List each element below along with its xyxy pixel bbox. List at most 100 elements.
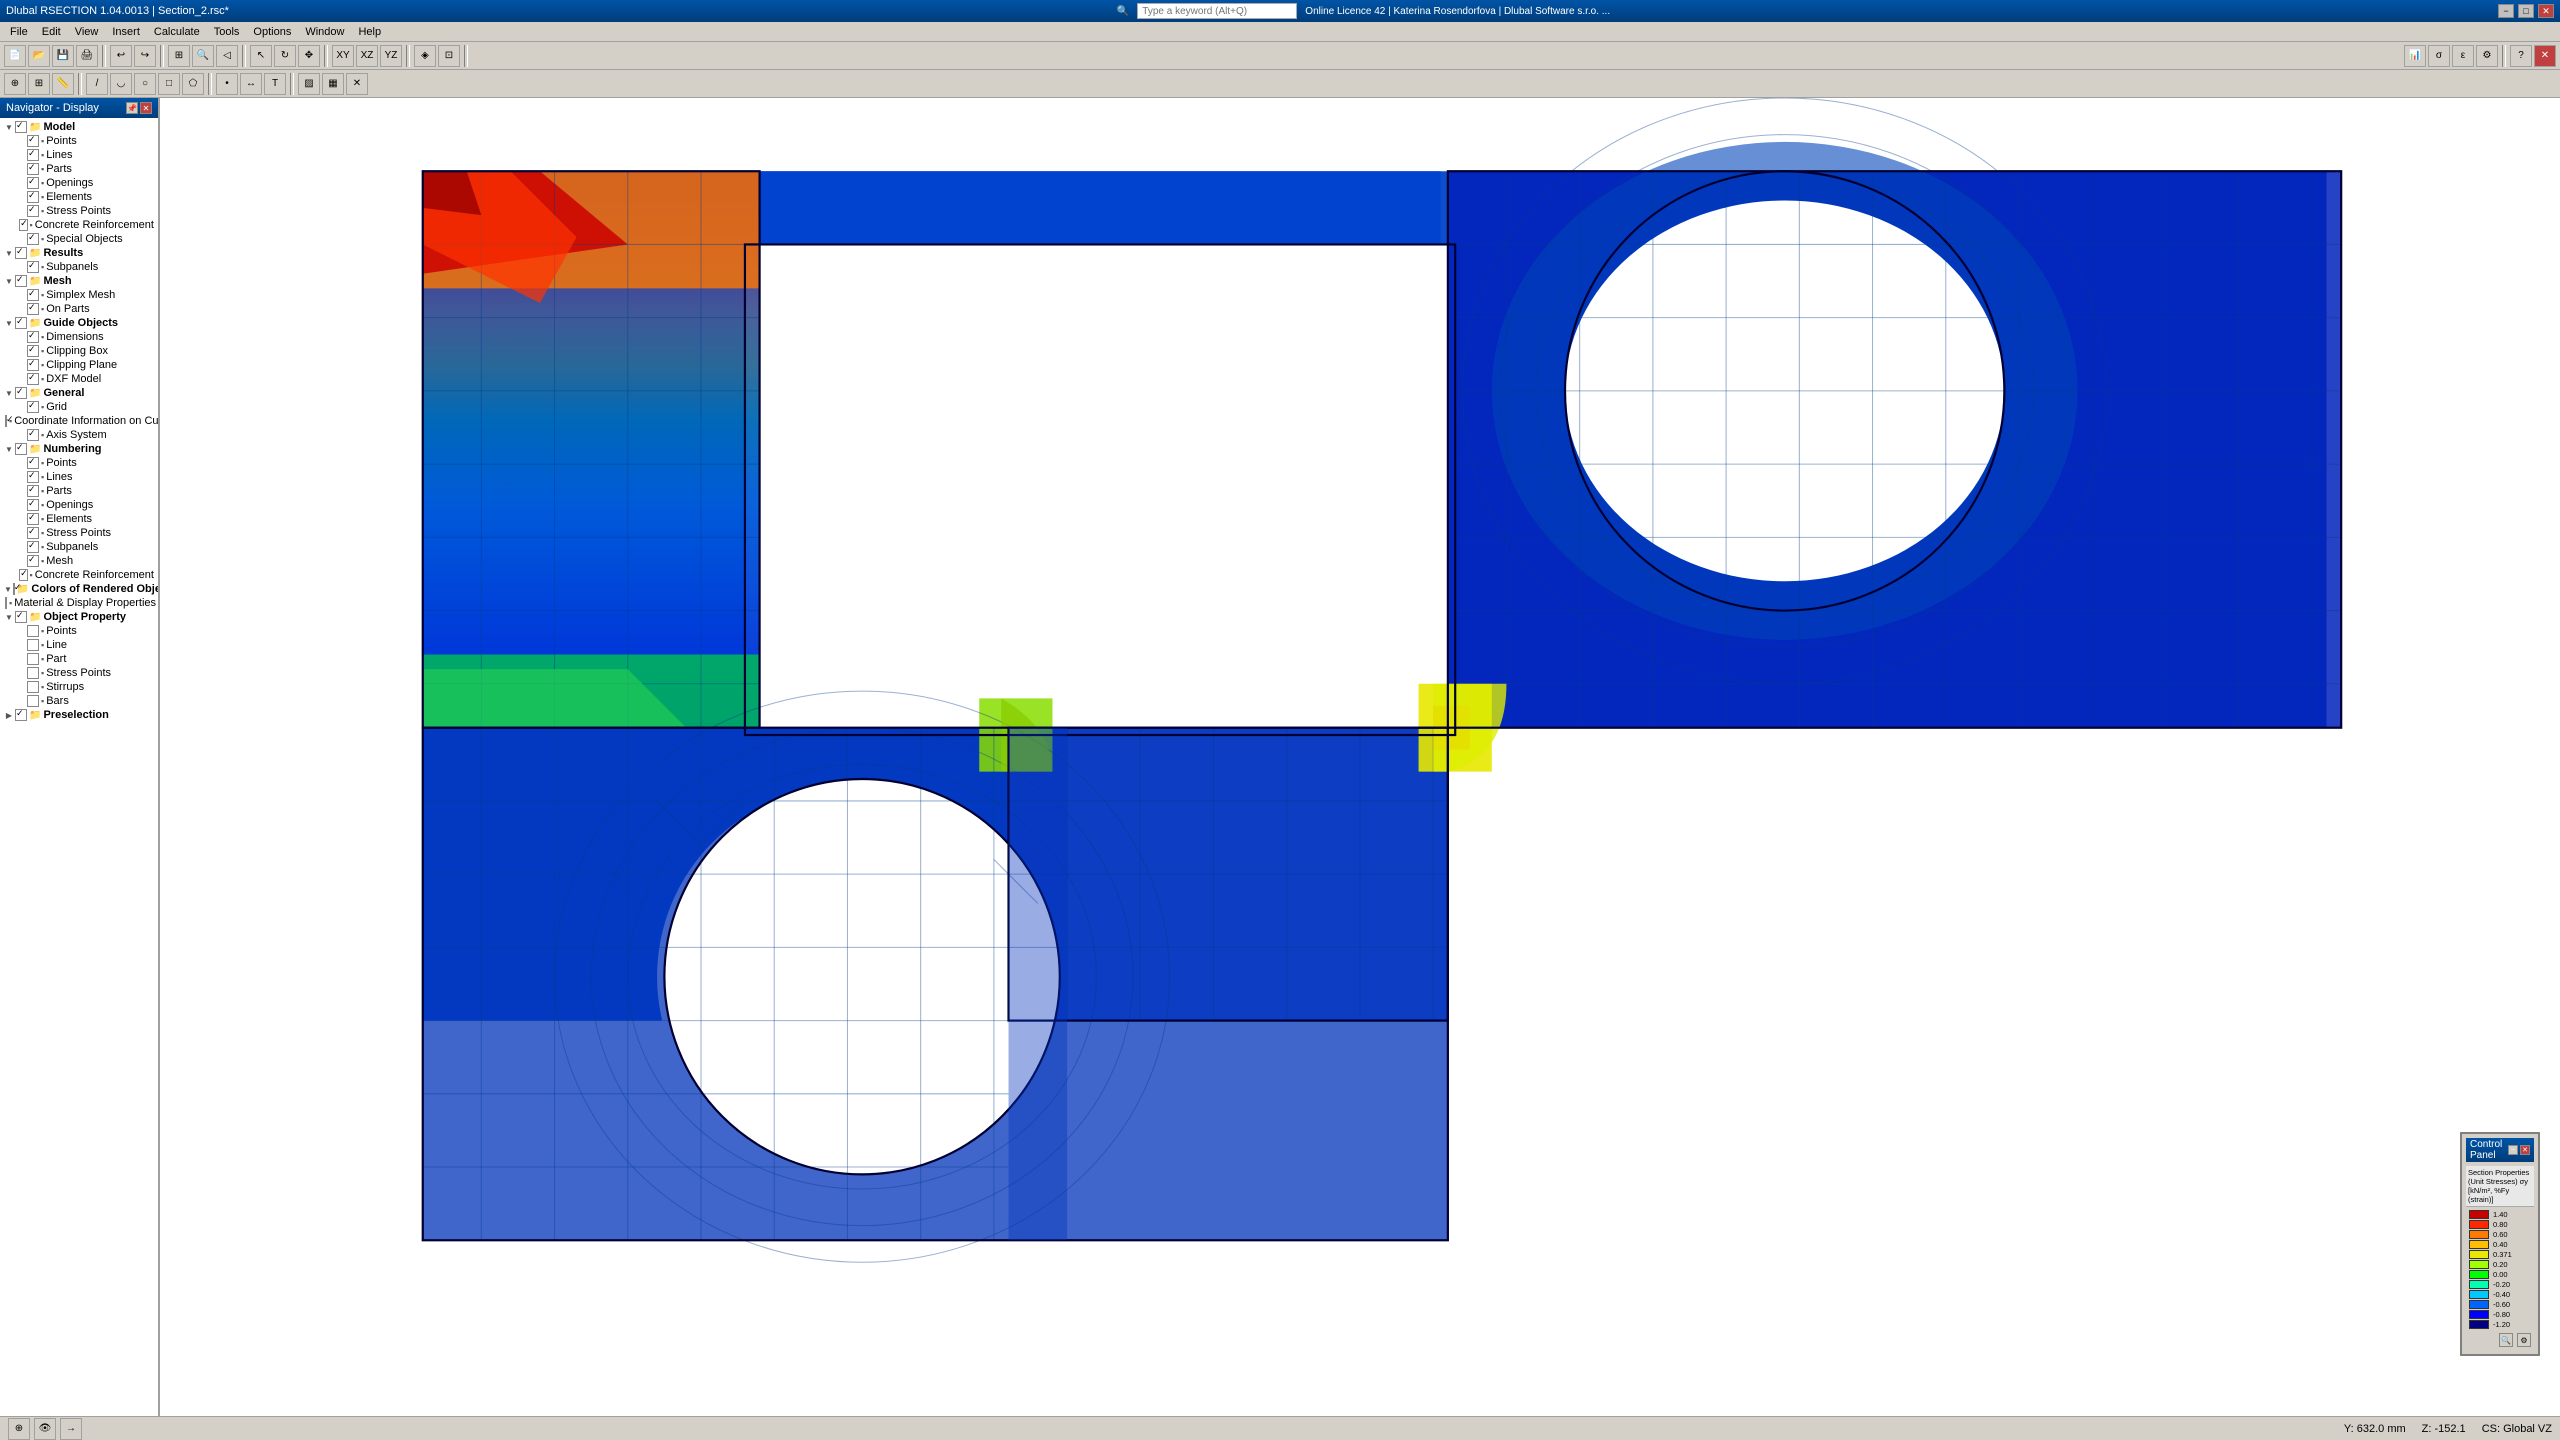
- tree-item-elements[interactable]: ▪Elements: [2, 512, 156, 526]
- tree-checkbox[interactable]: [27, 541, 39, 553]
- tree-checkbox[interactable]: [5, 415, 7, 427]
- menu-view[interactable]: View: [69, 24, 105, 40]
- dimension-tool[interactable]: ↔: [240, 73, 262, 95]
- wireframe-button[interactable]: ⊡: [438, 45, 460, 67]
- tree-checkbox[interactable]: [15, 611, 27, 623]
- panel-close-button[interactable]: ✕: [2520, 1145, 2530, 1155]
- tree-item-openings[interactable]: ▪Openings: [2, 498, 156, 512]
- tree-checkbox[interactable]: [27, 499, 39, 511]
- tree-item-numbering[interactable]: ▼📁Numbering: [2, 442, 156, 456]
- status-eye-button[interactable]: 👁: [34, 1418, 56, 1440]
- tree-checkbox[interactable]: [27, 233, 39, 245]
- tree-checkbox[interactable]: [15, 387, 27, 399]
- tree-checkbox[interactable]: [27, 177, 39, 189]
- tree-item-mesh[interactable]: ▪Mesh: [2, 554, 156, 568]
- tree-item-part[interactable]: ▪Part: [2, 652, 156, 666]
- tree-checkbox[interactable]: [27, 681, 39, 693]
- render-button[interactable]: ◈: [414, 45, 436, 67]
- tree-checkbox[interactable]: [27, 555, 39, 567]
- menu-window[interactable]: Window: [299, 24, 350, 40]
- tree-item-results[interactable]: ▼📁Results: [2, 246, 156, 260]
- tree-item-colors-of-rendered-objects-by[interactable]: ▼📁Colors of Rendered Objects by: [2, 582, 156, 596]
- maximize-button[interactable]: □: [2518, 4, 2534, 18]
- poly-tool[interactable]: ⬠: [182, 73, 204, 95]
- zoom-all-button[interactable]: ⊞: [168, 45, 190, 67]
- measure-button[interactable]: 📏: [52, 73, 74, 95]
- tree-item-bars[interactable]: ▪Bars: [2, 694, 156, 708]
- tree-item-line[interactable]: ▪Line: [2, 638, 156, 652]
- tree-item-coordinate-information-on-cursor[interactable]: ▪Coordinate Information on Cursor: [2, 414, 156, 428]
- tree-item-clipping-plane[interactable]: ▪Clipping Plane: [2, 358, 156, 372]
- tree-item-axis-system[interactable]: ▪Axis System: [2, 428, 156, 442]
- tree-checkbox[interactable]: [27, 527, 39, 539]
- rect-tool[interactable]: □: [158, 73, 180, 95]
- tree-item-points[interactable]: ▪Points: [2, 134, 156, 148]
- tree-item-concrete-reinforcement[interactable]: ▪Concrete Reinforcement: [2, 568, 156, 582]
- tree-checkbox[interactable]: [27, 345, 39, 357]
- zoom-prev-button[interactable]: ◁: [216, 45, 238, 67]
- save-button[interactable]: 💾: [52, 45, 74, 67]
- print-button[interactable]: 🖨: [76, 45, 98, 67]
- open-button[interactable]: 📂: [28, 45, 50, 67]
- tree-item-parts[interactable]: ▪Parts: [2, 484, 156, 498]
- menu-options[interactable]: Options: [247, 24, 297, 40]
- tree-item-object-property[interactable]: ▼📁Object Property: [2, 610, 156, 624]
- tree-item-grid[interactable]: ▪Grid: [2, 400, 156, 414]
- rotate-button[interactable]: ↻: [274, 45, 296, 67]
- tree-item-general[interactable]: ▼📁General: [2, 386, 156, 400]
- tree-checkbox[interactable]: [27, 625, 39, 637]
- point-tool[interactable]: •: [216, 73, 238, 95]
- hatch-tool[interactable]: ▦: [322, 73, 344, 95]
- legend-settings-button[interactable]: ⚙: [2517, 1333, 2531, 1347]
- nav-pin-button[interactable]: 📌: [126, 102, 138, 114]
- help-button[interactable]: ?: [2510, 45, 2532, 67]
- tree-checkbox[interactable]: [15, 275, 27, 287]
- close-button[interactable]: ✕: [2538, 4, 2554, 18]
- tree-item-points[interactable]: ▪Points: [2, 456, 156, 470]
- grid-button[interactable]: ⊞: [28, 73, 50, 95]
- tree-checkbox[interactable]: [27, 513, 39, 525]
- view-xz-button[interactable]: XZ: [356, 45, 378, 67]
- tree-checkbox[interactable]: [27, 191, 39, 203]
- tree-item-preselection[interactable]: ▶📁Preselection: [2, 708, 156, 722]
- tree-checkbox[interactable]: [27, 359, 39, 371]
- tree-checkbox[interactable]: [27, 205, 39, 217]
- select-button[interactable]: ↖: [250, 45, 272, 67]
- tree-item-concrete-reinforcement[interactable]: ▪Concrete Reinforcement: [2, 218, 156, 232]
- zoom-window-button[interactable]: 🔍: [192, 45, 214, 67]
- viewport[interactable]: Control Panel − ✕ Section Properties (Un…: [160, 98, 2560, 1416]
- tree-checkbox[interactable]: [27, 149, 39, 161]
- tree-checkbox[interactable]: [27, 289, 39, 301]
- tree-checkbox[interactable]: [27, 695, 39, 707]
- strain-button[interactable]: ε: [2452, 45, 2474, 67]
- tree-item-subpanels[interactable]: ▪Subpanels: [2, 540, 156, 554]
- tree-checkbox[interactable]: [27, 303, 39, 315]
- tree-item-subpanels[interactable]: ▪Subpanels: [2, 260, 156, 274]
- tree-item-stress-points[interactable]: ▪Stress Points: [2, 666, 156, 680]
- tree-checkbox[interactable]: [15, 121, 27, 133]
- nav-close-button[interactable]: ✕: [140, 102, 152, 114]
- fill-tool[interactable]: ▨: [298, 73, 320, 95]
- status-arrow-button[interactable]: →: [60, 1418, 82, 1440]
- tree-item-simplex-mesh[interactable]: ▪Simplex Mesh: [2, 288, 156, 302]
- delete-tool[interactable]: ✕: [346, 73, 368, 95]
- menu-insert[interactable]: Insert: [106, 24, 146, 40]
- tree-item-on-parts[interactable]: ▪On Parts: [2, 302, 156, 316]
- tree-item-dimensions[interactable]: ▪Dimensions: [2, 330, 156, 344]
- tree-checkbox[interactable]: [13, 583, 15, 595]
- circle-tool[interactable]: ○: [134, 73, 156, 95]
- tree-item-guide-objects[interactable]: ▼📁Guide Objects: [2, 316, 156, 330]
- tree-checkbox[interactable]: [15, 709, 27, 721]
- tree-item-lines[interactable]: ▪Lines: [2, 148, 156, 162]
- menu-help[interactable]: Help: [352, 24, 387, 40]
- menu-tools[interactable]: Tools: [208, 24, 246, 40]
- tree-item-material-&-display-properties[interactable]: ▪Material & Display Properties: [2, 596, 156, 610]
- stress-button[interactable]: σ: [2428, 45, 2450, 67]
- settings-button[interactable]: ⚙: [2476, 45, 2498, 67]
- pan-button[interactable]: ✥: [298, 45, 320, 67]
- tree-checkbox[interactable]: [27, 163, 39, 175]
- tree-checkbox[interactable]: [19, 219, 27, 231]
- tree-item-parts[interactable]: ▪Parts: [2, 162, 156, 176]
- tree-item-model[interactable]: ▼📁Model: [2, 120, 156, 134]
- menu-edit[interactable]: Edit: [36, 24, 67, 40]
